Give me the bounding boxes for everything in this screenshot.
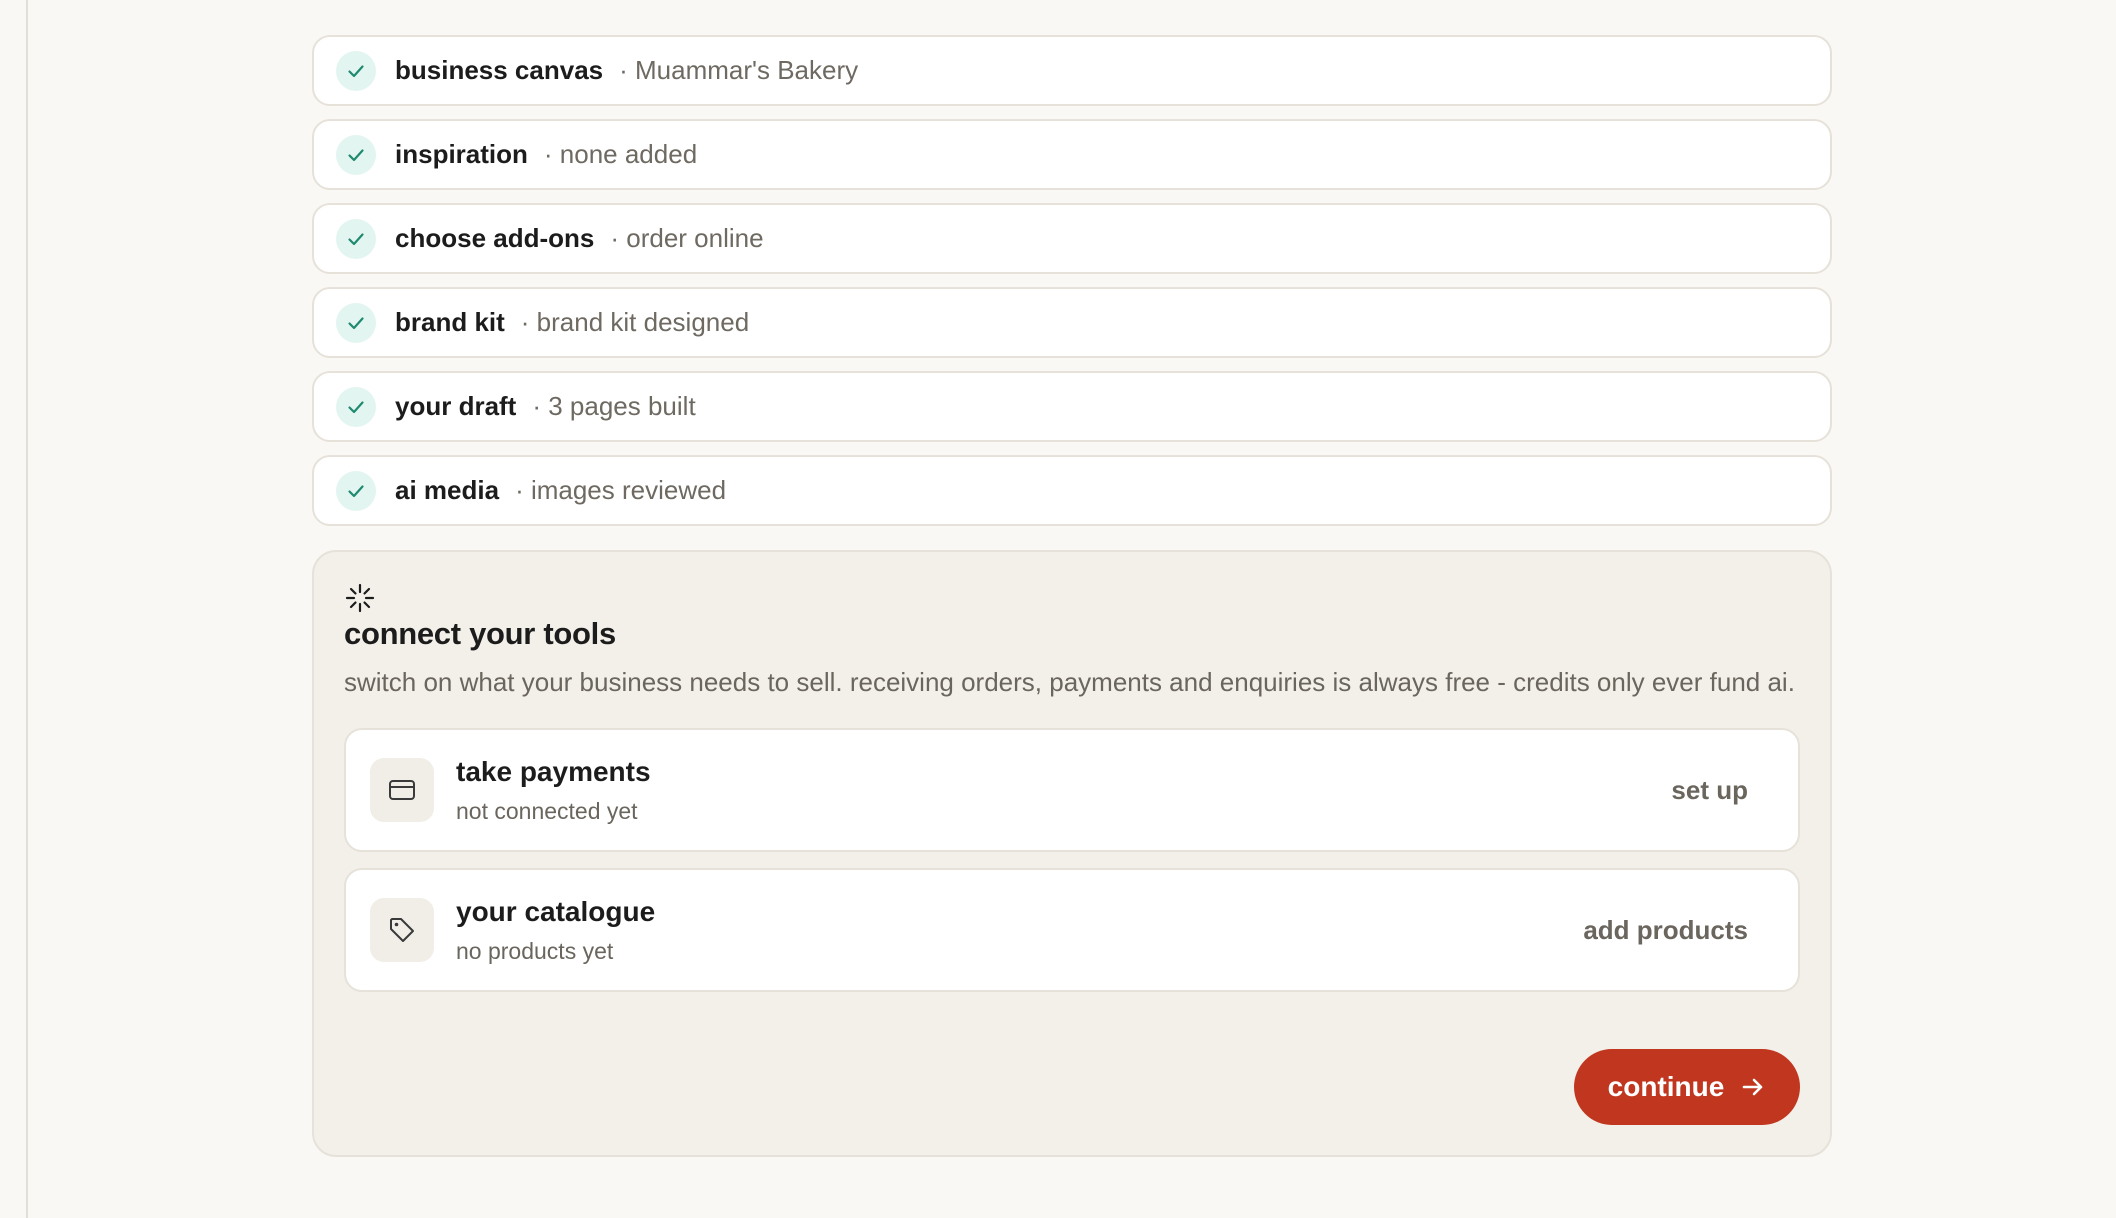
step-detail: · none added xyxy=(543,139,698,169)
check-icon xyxy=(336,218,376,259)
step-detail: · images reviewed xyxy=(515,475,727,505)
take-payments-card: take payments not connected yet set up xyxy=(344,728,1800,852)
step-title: ai media xyxy=(395,475,500,505)
step-business-canvas[interactable]: business canvas · Muammar's Bakery xyxy=(312,35,1832,106)
catalogue-card: your catalogue no products yet add produ… xyxy=(344,868,1800,992)
step-choose-add-ons[interactable]: choose add-ons · order online xyxy=(312,203,1832,274)
check-icon xyxy=(336,134,376,175)
tool-text: take payments not connected yet xyxy=(456,756,1671,825)
tool-status: not connected yet xyxy=(456,797,638,824)
continue-label: continue xyxy=(1607,1071,1725,1102)
step-ai-media[interactable]: ai media · images reviewed xyxy=(312,455,1832,526)
left-divider xyxy=(26,0,28,1218)
add-products-button[interactable]: add products xyxy=(1583,915,1748,946)
continue-button[interactable]: continue xyxy=(1574,1049,1800,1125)
credit-card-icon xyxy=(370,758,434,822)
tool-title: take payments xyxy=(456,755,651,787)
section-description: switch on what your business needs to se… xyxy=(344,667,1795,697)
check-icon xyxy=(336,386,376,427)
check-icon xyxy=(336,470,376,511)
check-icon xyxy=(336,50,376,91)
connect-tools-panel: connect your tools switch on what your b… xyxy=(312,550,1832,1157)
step-detail: · brand kit designed xyxy=(520,307,750,337)
set-up-button[interactable]: set up xyxy=(1671,775,1748,806)
section-title: connect your tools xyxy=(344,616,616,651)
step-your-draft[interactable]: your draft · 3 pages built xyxy=(312,371,1832,442)
step-detail: · Muammar's Bakery xyxy=(619,55,859,85)
step-title: choose add-ons xyxy=(395,223,595,253)
tool-status: no products yet xyxy=(456,937,614,964)
step-inspiration[interactable]: inspiration · none added xyxy=(312,119,1832,190)
tool-text: your catalogue no products yet xyxy=(456,896,1583,965)
step-title: your draft xyxy=(395,391,517,421)
completed-steps-list: business canvas · Muammar's Bakery inspi… xyxy=(312,35,1832,526)
tool-title: your catalogue xyxy=(456,895,656,927)
arrow-right-icon xyxy=(1743,1078,1763,1096)
tag-icon xyxy=(370,898,434,962)
step-detail: · 3 pages built xyxy=(532,391,696,421)
sparkle-loading-icon xyxy=(345,583,375,613)
step-detail: · order online xyxy=(610,223,764,253)
check-icon xyxy=(336,302,376,343)
step-brand-kit[interactable]: brand kit · brand kit designed xyxy=(312,287,1832,358)
step-title: inspiration xyxy=(395,139,528,169)
step-title: brand kit xyxy=(395,307,505,337)
onboarding-column: business canvas · Muammar's Bakery inspi… xyxy=(312,35,1832,1157)
step-title: business canvas xyxy=(395,55,604,85)
